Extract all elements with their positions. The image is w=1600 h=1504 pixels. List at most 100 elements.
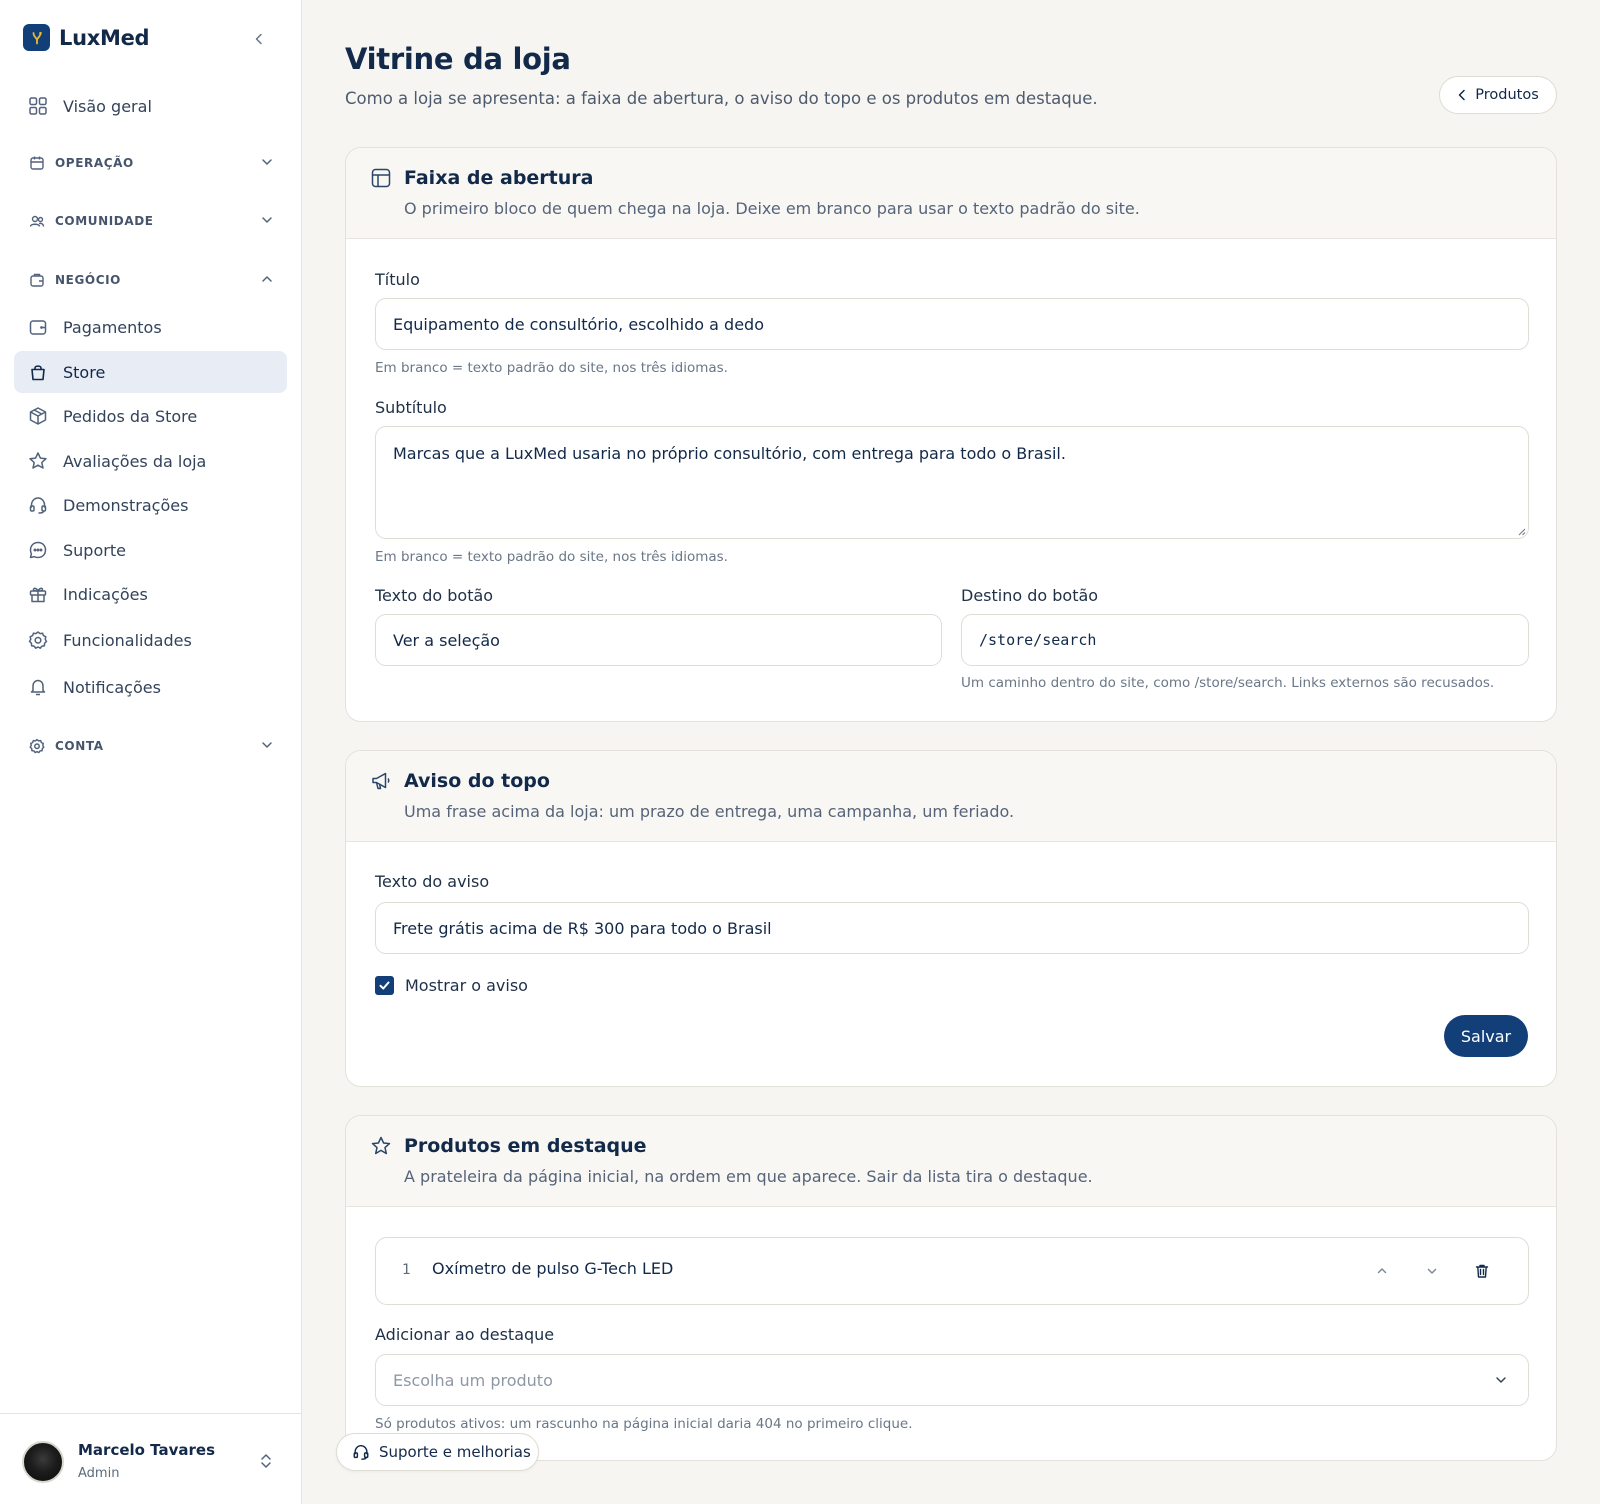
sidebar-item-pedidos-da-store[interactable]: Pedidos da Store (14, 395, 287, 437)
sidebar-item-funcionalidades[interactable]: Funcionalidades (14, 619, 287, 661)
chevron-up-icon (1377, 1268, 1387, 1274)
sidebar-section-negocio[interactable]: NEGÓCIO (14, 263, 287, 297)
megaphone-icon (372, 772, 390, 790)
button-destination-input[interactable]: /store/search (961, 614, 1529, 666)
page-subtitle: Como a loja se apresenta: a faixa de abe… (345, 89, 1098, 108)
sidebar-item-label: Avaliações da loja (63, 451, 207, 471)
remove-product-button[interactable] (1471, 1260, 1493, 1282)
headset-icon (28, 495, 48, 515)
notice-text-input[interactable]: Frete grátis acima de R$ 300 para todo o… (375, 902, 1529, 954)
hero-banner-card: Faixa de abertura O primeiro bloco de qu… (345, 147, 1557, 722)
layout-icon (371, 168, 391, 188)
section-label: NEGÓCIO (55, 273, 121, 287)
featured-product-position: 1 (402, 1262, 411, 1278)
notice-text-field-label: Texto do aviso (375, 872, 490, 891)
calendar-icon (28, 155, 45, 172)
package-icon (28, 406, 48, 426)
collapse-sidebar-button[interactable] (248, 28, 270, 50)
add-featured-select[interactable]: Escolha um produto (375, 1354, 1529, 1406)
featured-product-name: Oxímetro de pulso G-Tech LED (432, 1259, 674, 1278)
card-title: Faixa de abertura (404, 167, 594, 189)
resize-handle-icon[interactable] (1516, 526, 1526, 536)
add-featured-placeholder: Escolha um produto (393, 1370, 553, 1390)
avatar (22, 1441, 64, 1483)
support-feedback-button[interactable]: Suporte e melhorias (336, 1433, 539, 1471)
sidebar-section-conta[interactable]: CONTA (14, 729, 287, 763)
card-description: O primeiro bloco de quem chega na loja. … (404, 199, 1140, 218)
subtitle-textarea[interactable]: Marcas que a LuxMed usaria no próprio co… (375, 426, 1529, 539)
title-input[interactable]: Equipamento de consultório, escolhido a … (375, 298, 1529, 350)
users-icon (28, 213, 45, 230)
checkmark-icon (379, 981, 390, 990)
sidebar-section-comunidade[interactable]: COMUNIDADE (14, 204, 287, 238)
shopping-bag-icon (28, 362, 48, 382)
sidebar-item-label: Suporte (63, 540, 126, 560)
back-button-label: Produtos (1475, 87, 1539, 103)
section-label: OPERAÇÃO (55, 156, 134, 170)
sidebar-item-label: Store (63, 362, 106, 382)
sidebar: LuxMed Visão geral OPERAÇÃO COMUNIDADE N… (0, 0, 302, 1504)
card-title: Produtos em destaque (404, 1135, 647, 1157)
section-label: CONTA (55, 739, 104, 753)
button-text-input[interactable]: Ver a seleção (375, 614, 942, 666)
save-button[interactable]: Salvar (1444, 1015, 1528, 1057)
chevron-up-icon (262, 276, 272, 282)
sidebar-item-avaliacoes-da-loja[interactable]: Avaliações da loja (14, 440, 287, 482)
back-to-products-button[interactable]: Produtos (1439, 76, 1557, 114)
brand[interactable]: LuxMed (23, 24, 150, 51)
briefcase-icon (28, 272, 45, 289)
support-button-label: Suporte e melhorias (379, 1443, 531, 1461)
sidebar-item-label: Demonstrações (63, 495, 189, 515)
subtitle-field-label: Subtítulo (375, 398, 447, 417)
chevron-up-down-icon (261, 1454, 271, 1468)
chevron-left-icon (255, 33, 262, 45)
chevron-down-icon (1427, 1268, 1437, 1274)
sidebar-item-label: Pedidos da Store (63, 406, 198, 426)
move-down-button[interactable] (1421, 1260, 1443, 1282)
sidebar-item-label: Pagamentos (63, 317, 162, 337)
show-notice-checkbox[interactable] (375, 976, 394, 995)
card-description: Uma frase acima da loja: um prazo de ent… (404, 802, 1015, 821)
chevron-down-icon (262, 742, 272, 748)
title-field-hint: Em branco = texto padrão do site, nos tr… (375, 360, 728, 376)
button-text-field-label: Texto do botão (375, 586, 494, 605)
card-header: Aviso do topo Uma frase acima da loja: u… (346, 751, 1556, 842)
card-description: A prateleira da página inicial, na ordem… (404, 1167, 1093, 1186)
sidebar-item-store[interactable]: Store (14, 351, 287, 393)
headset-icon (353, 1444, 369, 1460)
sidebar-item-notificacoes[interactable]: Notificações (14, 666, 287, 708)
sidebar-item-label: Visão geral (63, 96, 152, 116)
chevron-down-icon (262, 217, 272, 223)
user-menu[interactable]: Marcelo Tavares Admin (0, 1413, 302, 1504)
move-up-button[interactable] (1371, 1260, 1393, 1282)
sidebar-item-visao-geral[interactable]: Visão geral (14, 85, 287, 127)
user-role: Admin (78, 1466, 120, 1481)
gear-icon (28, 738, 45, 755)
chevron-left-icon (1458, 89, 1465, 101)
card-header: Produtos em destaque A prateleira da pág… (346, 1116, 1556, 1207)
star-icon (371, 1136, 391, 1155)
sidebar-item-pagamentos[interactable]: Pagamentos (14, 306, 287, 348)
show-notice-checkbox-row[interactable]: Mostrar o aviso (375, 976, 528, 995)
card-header: Faixa de abertura O primeiro bloco de qu… (346, 148, 1556, 239)
page-title: Vitrine da loja (345, 42, 571, 76)
grid-icon (28, 96, 48, 116)
featured-product-row: 1 Oxímetro de pulso G-Tech LED (375, 1237, 1529, 1305)
sidebar-item-indicacoes[interactable]: Indicações (14, 573, 287, 615)
brand-name: LuxMed (59, 25, 150, 50)
title-field-label: Título (375, 270, 420, 289)
sidebar-item-demonstracoes[interactable]: Demonstrações (14, 484, 287, 526)
gift-icon (28, 584, 48, 604)
star-icon (28, 451, 48, 471)
subtitle-textarea-value: Marcas que a LuxMed usaria no próprio co… (393, 444, 1066, 463)
add-featured-field-label: Adicionar ao destaque (375, 1325, 555, 1344)
show-notice-label: Mostrar o aviso (405, 976, 528, 995)
sidebar-item-suporte[interactable]: Suporte (14, 529, 287, 571)
featured-products-card: Produtos em destaque A prateleira da pág… (345, 1115, 1557, 1461)
section-label: COMUNIDADE (55, 214, 154, 228)
luxmed-logo-icon (23, 24, 50, 51)
user-name: Marcelo Tavares (78, 1441, 215, 1459)
sidebar-section-operacao[interactable]: OPERAÇÃO (14, 146, 287, 180)
chevron-down-icon (262, 159, 272, 165)
button-destination-field-label: Destino do botão (961, 586, 1099, 605)
